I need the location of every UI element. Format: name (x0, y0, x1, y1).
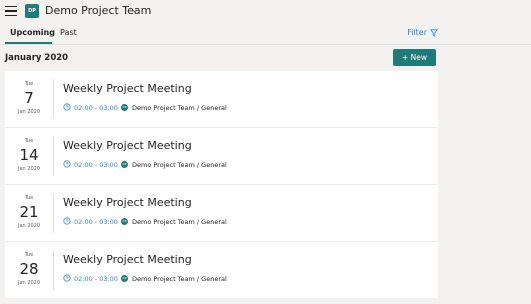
event-title[interactable]: Weekly Project Meeting (63, 139, 192, 152)
tabs-divider (0, 44, 531, 45)
channel-avatar: DP (121, 104, 128, 111)
month-heading: January 2020 (5, 53, 69, 63)
team-avatar: DP (25, 4, 39, 18)
event-channel: Demo Project Team / General (132, 218, 227, 226)
filter-label: Filter (407, 28, 427, 37)
top-bar: DP Demo Project Team ⌄ (0, 0, 531, 24)
event-title[interactable]: Weekly Project Meeting (63, 196, 192, 209)
event-channel: Demo Project Team / General (132, 161, 227, 169)
event-day: 21 (19, 203, 39, 221)
event-date: Tue 21 Jan 2020 (5, 185, 53, 241)
event-weekday: Tue (24, 252, 34, 258)
chevron-down-icon[interactable]: ⌄ (131, 5, 139, 15)
event-item[interactable]: Tue 21 Jan 2020 Weekly Project Meeting 0… (5, 185, 438, 242)
clock-icon (63, 217, 71, 225)
clock-icon (63, 160, 71, 168)
event-time: 02:00 - 03:00 (74, 161, 118, 169)
event-time: 02:00 - 03:00 (74, 275, 118, 283)
tab-upcoming[interactable]: Upcoming (10, 28, 55, 37)
filter-icon[interactable] (430, 29, 438, 37)
event-month-year: Jan 2020 (17, 280, 41, 286)
tab-bar: Upcoming Past Filter (0, 24, 531, 44)
event-item[interactable]: Tue 7 Jan 2020 Weekly Project Meeting 02… (5, 71, 438, 128)
channel-avatar: DP (121, 275, 128, 282)
event-weekday: Tue (24, 81, 34, 87)
filter-button[interactable]: Filter (407, 28, 427, 37)
event-title[interactable]: Weekly Project Meeting (63, 82, 192, 95)
event-weekday: Tue (24, 138, 34, 144)
event-time: 02:00 - 03:00 (74, 218, 118, 226)
event-item[interactable]: Tue 28 Jan 2020 Weekly Project Meeting 0… (5, 242, 438, 298)
date-divider (53, 193, 54, 233)
event-date: Tue 14 Jan 2020 (5, 128, 53, 184)
event-date: Tue 7 Jan 2020 (5, 71, 53, 127)
event-month-year: Jan 2020 (17, 223, 41, 229)
event-day: 14 (19, 146, 39, 164)
event-weekday: Tue (24, 195, 34, 201)
channel-avatar: DP (121, 218, 128, 225)
event-channel: Demo Project Team / General (132, 104, 227, 112)
event-channel: Demo Project Team / General (132, 275, 227, 283)
event-title[interactable]: Weekly Project Meeting (63, 253, 192, 266)
clock-icon (63, 274, 71, 282)
clock-icon (63, 103, 71, 111)
date-divider (53, 136, 54, 176)
hamburger-icon[interactable] (5, 6, 17, 17)
event-item[interactable]: Tue 14 Jan 2020 Weekly Project Meeting 0… (5, 128, 438, 185)
event-time: 02:00 - 03:00 (74, 104, 118, 112)
event-date: Tue 28 Jan 2020 (5, 242, 53, 298)
event-month-year: Jan 2020 (17, 166, 41, 172)
channel-avatar: DP (121, 161, 128, 168)
tab-past[interactable]: Past (60, 28, 77, 37)
event-day: 28 (19, 260, 39, 278)
new-event-button[interactable]: + New (393, 49, 436, 66)
date-divider (53, 79, 54, 119)
date-divider (53, 250, 54, 290)
event-list: Tue 7 Jan 2020 Weekly Project Meeting 02… (5, 71, 438, 298)
event-day: 7 (24, 89, 34, 107)
event-month-year: Jan 2020 (17, 109, 41, 115)
